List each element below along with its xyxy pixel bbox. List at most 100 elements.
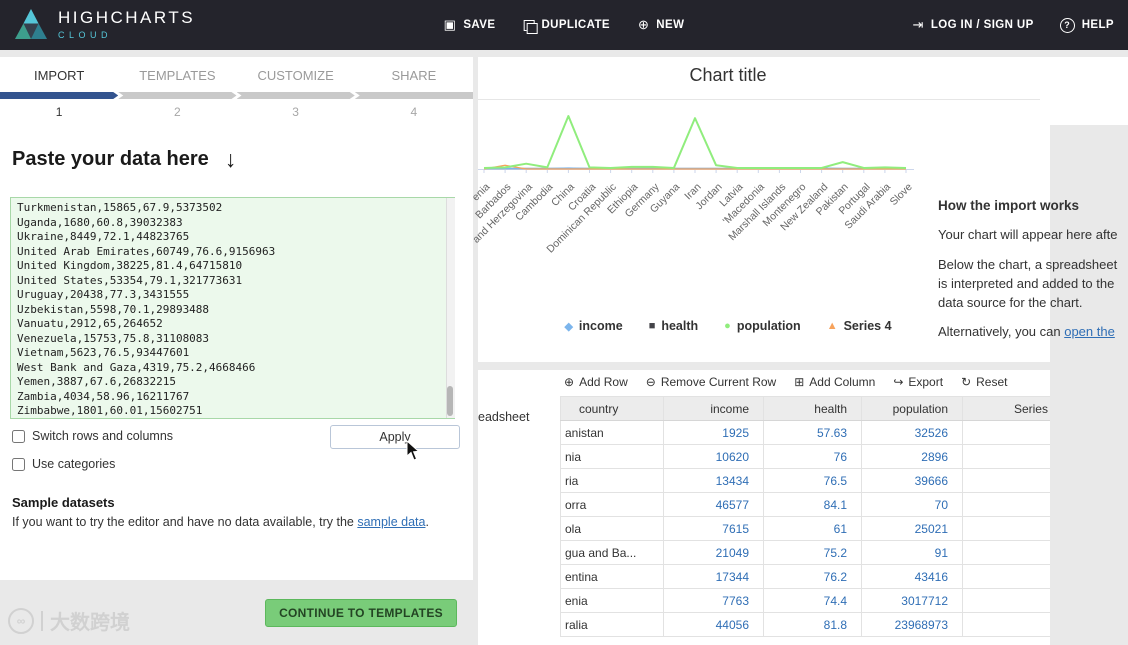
cell-value[interactable]: 1925 xyxy=(663,420,764,445)
data-textarea[interactable] xyxy=(10,197,455,419)
table-row[interactable]: orra 46577 84.1 70 xyxy=(560,492,1050,517)
tab-customize[interactable]: CUSTOMIZE xyxy=(237,57,355,83)
cell-value[interactable]: 7615 xyxy=(663,516,764,541)
column-header-income[interactable]: income xyxy=(663,396,764,421)
legend-item-population[interactable]: ● population xyxy=(724,319,801,333)
tab-templates[interactable]: TEMPLATES xyxy=(118,57,236,83)
cell-value[interactable]: 76 xyxy=(763,444,862,469)
cell-value[interactable]: 32526 xyxy=(861,420,963,445)
cell-value[interactable]: 75.2 xyxy=(763,540,862,565)
textarea-scrollbar-thumb[interactable] xyxy=(447,386,453,416)
help-button[interactable]: ? HELP xyxy=(1059,17,1114,33)
add-column-button[interactable]: ⊞ Add Column xyxy=(794,375,875,389)
cell-value[interactable] xyxy=(962,540,1050,565)
cell-value[interactable]: 3017712 xyxy=(861,588,963,613)
cell-country[interactable]: entina xyxy=(560,564,664,589)
duplicate-button[interactable]: DUPLICATE xyxy=(523,19,610,34)
legend-item-income[interactable]: ◆ income xyxy=(564,319,622,333)
export-button[interactable]: ↪ Export xyxy=(893,375,943,389)
login-button[interactable]: ⇥ LOG IN / SIGN UP xyxy=(913,17,1034,33)
cell-value[interactable]: 70 xyxy=(861,492,963,517)
cell-value[interactable]: 2896 xyxy=(861,444,963,469)
legend-item-health[interactable]: ■ health xyxy=(649,319,698,333)
tab-share[interactable]: SHARE xyxy=(355,57,473,83)
cell-value[interactable]: 17344 xyxy=(663,564,764,589)
column-header-country[interactable]: country xyxy=(560,396,664,421)
help-paragraph-3: Alternatively, you can open the xyxy=(938,324,1115,340)
use-categories-checkbox[interactable] xyxy=(12,457,25,471)
table-row[interactable]: gua and Ba... 21049 75.2 91 xyxy=(560,540,1050,565)
cell-value[interactable]: 76.2 xyxy=(763,564,862,589)
add-row-button[interactable]: ⊕ Add Row xyxy=(564,375,628,389)
textarea-scrollbar-track[interactable] xyxy=(446,198,455,418)
remove-current-row-button[interactable]: ⊖ Remove Current Row xyxy=(646,375,776,389)
cell-value[interactable]: 44056 xyxy=(663,612,764,637)
cell-country[interactable]: anistan xyxy=(560,420,664,445)
table-row[interactable]: enia 7763 74.4 3017712 xyxy=(560,588,1050,613)
cell-value[interactable]: 76.5 xyxy=(763,468,862,493)
table-row[interactable]: nia 10620 76 2896 xyxy=(560,444,1050,469)
cell-country[interactable]: nia xyxy=(560,444,664,469)
sample-data-link[interactable]: sample data xyxy=(357,515,425,529)
column-header-series-4[interactable]: Series 4 xyxy=(962,396,1050,421)
progress-segment-4 xyxy=(354,92,473,99)
header-row: countryincomehealthpopulationSeries 4 xyxy=(560,396,1050,421)
cell-value[interactable]: 81.8 xyxy=(763,612,862,637)
open-the-link[interactable]: open the xyxy=(1064,324,1115,339)
legend-marker-icon: ◆ xyxy=(564,320,573,333)
cell-value[interactable] xyxy=(962,564,1050,589)
cell-country[interactable]: orra xyxy=(560,492,664,517)
cell-country[interactable]: ralia xyxy=(560,612,664,637)
cell-value[interactable]: 46577 xyxy=(663,492,764,517)
table-row[interactable]: ola 7615 61 25021 xyxy=(560,516,1050,541)
save-button[interactable]: ▣ SAVE xyxy=(444,17,496,33)
help-paragraph-2: Below the chart, a spreadsheet is interp… xyxy=(938,256,1118,310)
column-header-health[interactable]: health xyxy=(763,396,862,421)
legend-marker-icon: ■ xyxy=(648,320,656,332)
cell-country[interactable]: gua and Ba... xyxy=(560,540,664,565)
watermark-text: 大数跨境 xyxy=(50,612,130,634)
cell-value[interactable]: 84.1 xyxy=(763,492,862,517)
cell-country[interactable]: ria xyxy=(560,468,664,493)
tab-import[interactable]: IMPORT xyxy=(0,57,118,83)
duplicate-label: DUPLICATE xyxy=(541,19,610,31)
table-row[interactable]: entina 17344 76.2 43416 xyxy=(560,564,1050,589)
cell-value[interactable]: 23968973 xyxy=(861,612,963,637)
cell-value[interactable] xyxy=(962,612,1050,637)
watermark: ∞ 大数跨境 xyxy=(8,606,130,635)
cell-value[interactable]: 43416 xyxy=(861,564,963,589)
use-categories-option[interactable]: Use categories xyxy=(12,457,115,471)
cell-value[interactable] xyxy=(962,420,1050,445)
cell-value[interactable] xyxy=(962,516,1050,541)
reset-button[interactable]: ↻ Reset xyxy=(961,375,1007,389)
table-row[interactable]: ralia 44056 81.8 23968973 xyxy=(560,612,1050,637)
cell-value[interactable]: 91 xyxy=(861,540,963,565)
legend-item-series-4[interactable]: ▲ Series 4 xyxy=(827,319,892,333)
cell-value[interactable]: 61 xyxy=(763,516,862,541)
cell-value[interactable] xyxy=(962,588,1050,613)
cell-value[interactable]: 39666 xyxy=(861,468,963,493)
cell-value[interactable]: 10620 xyxy=(663,444,764,469)
cell-country[interactable]: ola xyxy=(560,516,664,541)
cell-value[interactable] xyxy=(962,444,1050,469)
step-tabs: IMPORT TEMPLATES CUSTOMIZE SHARE xyxy=(0,57,473,83)
column-header-population[interactable]: population xyxy=(861,396,963,421)
switch-rows-option[interactable]: Switch rows and columns xyxy=(12,429,173,443)
continue-to-templates-button[interactable]: CONTINUE TO TEMPLATES xyxy=(265,599,457,627)
cell-value[interactable]: 21049 xyxy=(663,540,764,565)
chart-title[interactable]: Chart title xyxy=(478,65,978,86)
table-row[interactable]: ria 13434 76.5 39666 xyxy=(560,468,1050,493)
cell-value[interactable]: 74.4 xyxy=(763,588,862,613)
apply-button[interactable]: Apply xyxy=(330,425,460,449)
help-paragraph-1: Your chart will appear here afte xyxy=(938,227,1118,242)
cell-country[interactable]: enia xyxy=(560,588,664,613)
cell-value[interactable]: 13434 xyxy=(663,468,764,493)
cell-value[interactable] xyxy=(962,468,1050,493)
cell-value[interactable]: 25021 xyxy=(861,516,963,541)
cell-value[interactable]: 7763 xyxy=(663,588,764,613)
cell-value[interactable] xyxy=(962,492,1050,517)
switch-rows-checkbox[interactable] xyxy=(12,429,25,443)
table-row[interactable]: anistan 1925 57.63 32526 xyxy=(560,420,1050,445)
cell-value[interactable]: 57.63 xyxy=(763,420,862,445)
new-button[interactable]: ⊕ NEW xyxy=(638,17,684,33)
